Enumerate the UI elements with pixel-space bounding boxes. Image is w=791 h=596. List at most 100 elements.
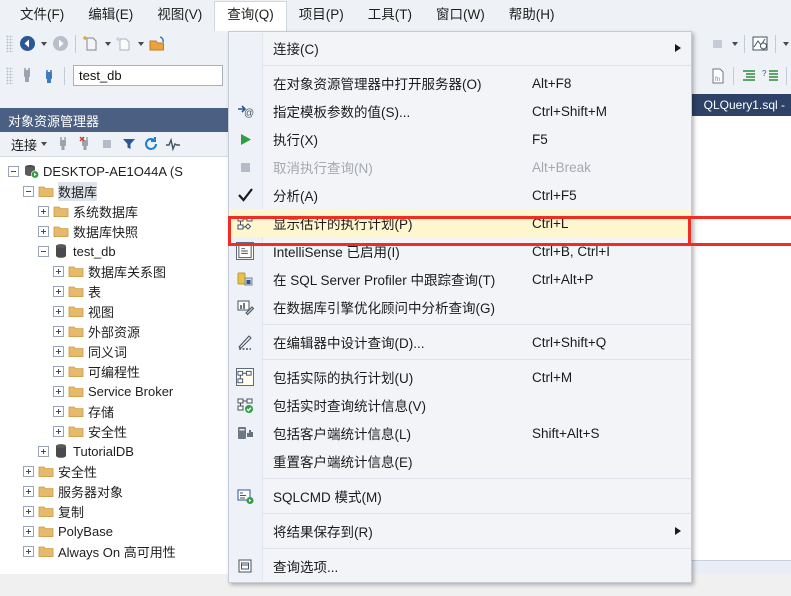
toolbar-grip[interactable] <box>6 35 13 52</box>
menu-item[interactable]: 连接(C) <box>229 34 691 62</box>
menubar-item-2[interactable]: 视图(V) <box>145 1 214 30</box>
menu-item[interactable]: 在对象资源管理器中打开服务器(O) Alt+F8 <box>229 69 691 97</box>
tree-node[interactable]: Always On 高可用性 <box>0 541 233 561</box>
menu-item[interactable]: @ 指定模板参数的值(S)... Ctrl+Shift+M <box>229 97 691 125</box>
tree-expand-icon[interactable] <box>38 445 49 457</box>
connect-plug-icon[interactable] <box>16 65 38 87</box>
execution-plan-toolbar-icon[interactable] <box>749 33 771 55</box>
tree-node[interactable]: DESKTOP-AE1O44A (S <box>0 161 233 181</box>
tree-node[interactable]: 存储 <box>0 401 233 421</box>
menubar-item-3[interactable]: 查询(Q) <box>214 0 287 31</box>
tree-node[interactable]: 表 <box>0 281 233 301</box>
menu-item-shortcut: Ctrl+F5 <box>532 187 577 203</box>
menubar-item-7[interactable]: 帮助(H) <box>497 1 567 30</box>
tree-expand-icon[interactable] <box>23 485 34 497</box>
tree-expand-icon[interactable] <box>53 325 64 337</box>
toolbar-overflow-icon[interactable] <box>707 33 729 55</box>
menu-item[interactable]: 在数据库引擎优化顾问中分析查询(G) <box>229 293 691 321</box>
parse-doc-icon[interactable]: fn <box>707 65 729 87</box>
tree-node[interactable]: 数据库 <box>0 181 233 201</box>
menubar-item-6[interactable]: 窗口(W) <box>424 1 497 30</box>
menu-item[interactable]: 分析(A) Ctrl+F5 <box>229 181 691 209</box>
tree-expand-icon[interactable] <box>53 385 64 397</box>
new-file-icon[interactable] <box>113 33 135 55</box>
tree-collapse-icon[interactable] <box>8 165 19 177</box>
new-query-icon[interactable] <box>80 33 102 55</box>
indent-decrease-icon[interactable]: ? <box>760 65 782 87</box>
tree-node[interactable]: 可编程性 <box>0 361 233 381</box>
tree-expand-icon[interactable] <box>53 265 64 277</box>
navigate-back-dropdown-icon[interactable] <box>38 33 49 55</box>
menubar-item-5[interactable]: 工具(T) <box>356 1 424 30</box>
menu-item[interactable]: SQLCMD 模式(M) <box>229 482 691 510</box>
indent-increase-icon[interactable] <box>738 65 760 87</box>
tree-node[interactable]: 数据库快照 <box>0 221 233 241</box>
tree-expand-icon[interactable] <box>53 425 64 437</box>
tree-collapse-icon[interactable] <box>38 245 49 257</box>
menu-item[interactable]: 查询选项... <box>229 552 691 580</box>
tree-expand-icon[interactable] <box>23 505 34 517</box>
object-explorer-tree[interactable]: DESKTOP-AE1O44A (S 数据库 系统数据库 数据库快照 test_db 数据… <box>0 157 233 596</box>
menu-item[interactable]: 重置客户端统计信息(E) <box>229 447 691 475</box>
menu-item[interactable]: 包括实时查询统计信息(V) <box>229 391 691 419</box>
tree-expand-icon[interactable] <box>23 545 34 557</box>
oe-connect-object-icon[interactable] <box>52 133 74 155</box>
tree-node-label: 安全性 <box>88 424 128 440</box>
tree-expand-icon[interactable] <box>23 525 34 537</box>
disconnect-plug-icon[interactable] <box>38 65 60 87</box>
menu-item[interactable]: 执行(X) F5 <box>229 125 691 153</box>
menu-item[interactable]: 将结果保存到(R) <box>229 517 691 545</box>
tree-expand-icon[interactable] <box>38 205 49 217</box>
tree-node[interactable]: 数据库关系图 <box>0 261 233 281</box>
new-query-dropdown-icon[interactable] <box>102 33 113 55</box>
tree-collapse-icon[interactable] <box>23 185 34 197</box>
tree-expand-icon[interactable] <box>38 225 49 237</box>
navigate-forward-icon[interactable] <box>49 33 71 55</box>
tree-node[interactable]: 安全性 <box>0 461 233 481</box>
toolbar-more-dropdown-icon[interactable] <box>780 33 791 55</box>
tree-expand-icon[interactable] <box>53 405 64 417</box>
database-combo[interactable]: test_db <box>73 65 223 86</box>
tree-expand-icon[interactable] <box>53 305 64 317</box>
tree-node[interactable]: 同义词 <box>0 341 233 361</box>
tree-expand-icon[interactable] <box>53 365 64 377</box>
oe-refresh-icon[interactable] <box>140 133 162 155</box>
menu-item[interactable]: IntelliSense 已启用(I) Ctrl+B, Ctrl+I <box>229 237 691 265</box>
oe-activity-monitor-icon[interactable] <box>162 133 184 155</box>
oe-stop-icon[interactable] <box>96 133 118 155</box>
menu-item[interactable]: 包括客户端统计信息(L) Shift+Alt+S <box>229 419 691 447</box>
tree-node[interactable]: test_db <box>0 241 233 261</box>
tree-node[interactable]: 服务器对象 <box>0 481 233 501</box>
menubar-item-1[interactable]: 编辑(E) <box>76 1 145 30</box>
tree-node[interactable]: 复制 <box>0 501 233 521</box>
tree-node[interactable]: 系统数据库 <box>0 201 233 221</box>
menu-item[interactable]: 包括实际的执行计划(U) Ctrl+M <box>229 363 691 391</box>
menubar-item-4[interactable]: 项目(P) <box>287 1 356 30</box>
tree-node[interactable]: 外部资源 <box>0 321 233 341</box>
tree-node[interactable]: 视图 <box>0 301 233 321</box>
tree-expand-icon[interactable] <box>23 465 34 477</box>
menu-item[interactable]: 在 SQL Server Profiler 中跟踪查询(T) Ctrl+Alt+P <box>229 265 691 293</box>
menu-item[interactable]: 显示估计的执行计划(P) Ctrl+L <box>229 209 691 237</box>
oe-disconnect-icon[interactable] <box>74 133 96 155</box>
menu-item-no-icon <box>236 74 254 92</box>
oe-filter-icon[interactable] <box>118 133 140 155</box>
profiler-icon <box>236 270 254 288</box>
tree-node[interactable]: PolyBase <box>0 521 233 541</box>
tree-node[interactable]: 安全性 <box>0 421 233 441</box>
new-file-dropdown-icon[interactable] <box>135 33 146 55</box>
menu-item[interactable]: 在编辑器中设计查询(D)... Ctrl+Shift+Q <box>229 328 691 356</box>
client-stats-icon <box>236 424 254 442</box>
toolbar-overflow-dropdown-icon[interactable] <box>729 33 740 55</box>
navigate-back-icon[interactable] <box>16 33 38 55</box>
tree-expand-icon[interactable] <box>53 345 64 357</box>
tree-node[interactable]: Service Broker <box>0 381 233 401</box>
oe-connect-button[interactable]: 连接 <box>6 135 52 154</box>
open-file-icon[interactable] <box>146 33 168 55</box>
toolbar-grip-2[interactable] <box>6 67 13 84</box>
menubar-item-0[interactable]: 文件(F) <box>8 1 76 30</box>
tree-node[interactable]: TutorialDB <box>0 441 233 461</box>
tree-node-label: 复制 <box>58 504 85 520</box>
tree-expand-icon[interactable] <box>53 285 64 297</box>
document-tab-sqlquery1[interactable]: QLQuery1.sql - <box>698 94 791 116</box>
